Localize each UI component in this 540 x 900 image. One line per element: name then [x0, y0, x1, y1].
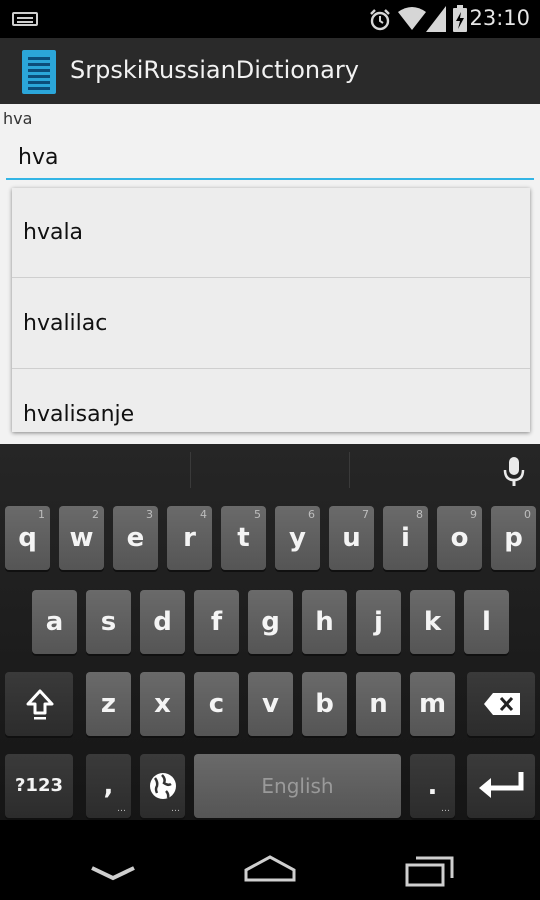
key-t[interactable]: t5 — [221, 506, 266, 570]
language-key[interactable]: … — [140, 754, 185, 818]
enter-key[interactable] — [467, 754, 535, 818]
key-label: o — [450, 523, 469, 553]
space-key[interactable]: English — [194, 754, 401, 818]
key-label: u — [342, 523, 361, 553]
key-a[interactable]: a — [32, 590, 77, 654]
key-i[interactable]: i8 — [383, 506, 428, 570]
key-label: t — [237, 523, 250, 553]
key-o[interactable]: o9 — [437, 506, 482, 570]
strip-divider — [190, 452, 191, 488]
strip-divider — [349, 452, 350, 488]
key-number-hint: 5 — [254, 508, 261, 521]
key-w[interactable]: w2 — [59, 506, 104, 570]
key-number-hint: 9 — [470, 508, 477, 521]
signal-icon — [426, 6, 446, 32]
key-l[interactable]: l — [464, 590, 509, 654]
key-h[interactable]: h — [302, 590, 347, 654]
recent-apps-icon[interactable] — [404, 854, 456, 888]
shift-icon — [26, 689, 54, 720]
key-d[interactable]: d — [140, 590, 185, 654]
more-keys-hint: … — [117, 804, 126, 814]
key-n[interactable]: n — [356, 672, 401, 736]
key-number-hint: 8 — [416, 508, 423, 521]
more-keys-hint: … — [171, 804, 180, 814]
key-y[interactable]: y6 — [275, 506, 320, 570]
key-s[interactable]: s — [86, 590, 131, 654]
enter-icon — [479, 772, 524, 798]
period-key[interactable]: .… — [410, 754, 455, 818]
keyboard-icon — [12, 12, 38, 26]
home-icon[interactable] — [242, 854, 298, 884]
key-g[interactable]: g — [248, 590, 293, 654]
key-e[interactable]: e3 — [113, 506, 158, 570]
search-label: hva — [3, 109, 33, 128]
comma-key[interactable]: ,… — [86, 754, 131, 818]
key-number-hint: 2 — [92, 508, 99, 521]
key-number-hint: 0 — [524, 508, 531, 521]
status-bar: 23:10 — [0, 0, 540, 38]
key-number-hint: 3 — [146, 508, 153, 521]
backspace-key[interactable] — [467, 672, 535, 736]
key-z[interactable]: z — [86, 672, 131, 736]
battery-charging-icon — [453, 5, 467, 32]
symbols-key[interactable]: ?123 — [5, 754, 73, 818]
search-input[interactable] — [6, 140, 534, 180]
key-f[interactable]: f — [194, 590, 239, 654]
key-p[interactable]: p0 — [491, 506, 536, 570]
app-icon — [22, 50, 56, 94]
alarm-icon — [370, 9, 390, 31]
key-k[interactable]: k — [410, 590, 455, 654]
key-j[interactable]: j — [356, 590, 401, 654]
suggestion-item[interactable]: hvalisanje — [12, 370, 530, 432]
soft-keyboard: q1 w2 e3 r4 t5 y6 u7 i8 o9 p0 a s d f g … — [0, 444, 540, 820]
more-keys-hint: … — [441, 804, 450, 814]
key-number-hint: 7 — [362, 508, 369, 521]
keyboard-suggestion-strip — [0, 444, 540, 496]
key-label: i — [401, 523, 410, 553]
shift-key[interactable] — [5, 672, 73, 736]
key-u[interactable]: u7 — [329, 506, 374, 570]
microphone-icon[interactable] — [503, 456, 525, 488]
content-area: hva hvala hvalilac hvalisanje — [0, 104, 540, 444]
key-c[interactable]: c — [194, 672, 239, 736]
key-label: , — [103, 771, 114, 801]
action-bar: SrpskiRussianDictionary — [0, 38, 540, 106]
key-number-hint: 1 — [38, 508, 45, 521]
suggestion-item[interactable]: hvala — [12, 188, 530, 278]
app-title: SrpskiRussianDictionary — [70, 56, 359, 84]
key-q[interactable]: q1 — [5, 506, 50, 570]
suggestions-dropdown: hvala hvalilac hvalisanje — [12, 188, 530, 432]
key-label: r — [183, 523, 196, 553]
wifi-icon — [398, 7, 426, 30]
back-chevron-icon[interactable] — [88, 862, 138, 884]
key-label: p — [504, 523, 523, 553]
key-label: q — [18, 523, 37, 553]
key-label: y — [289, 523, 306, 553]
key-v[interactable]: v — [248, 672, 293, 736]
key-b[interactable]: b — [302, 672, 347, 736]
suggestion-item[interactable]: hvalilac — [12, 279, 530, 369]
key-label: . — [427, 771, 438, 801]
key-label: w — [69, 523, 94, 553]
key-x[interactable]: x — [140, 672, 185, 736]
key-number-hint: 4 — [200, 508, 207, 521]
backspace-icon — [484, 693, 520, 715]
key-number-hint: 6 — [308, 508, 315, 521]
status-time: 23:10 — [469, 6, 530, 30]
key-label: e — [126, 523, 145, 553]
key-m[interactable]: m — [410, 672, 455, 736]
globe-icon — [150, 773, 176, 799]
navigation-bar — [0, 820, 540, 900]
key-r[interactable]: r4 — [167, 506, 212, 570]
